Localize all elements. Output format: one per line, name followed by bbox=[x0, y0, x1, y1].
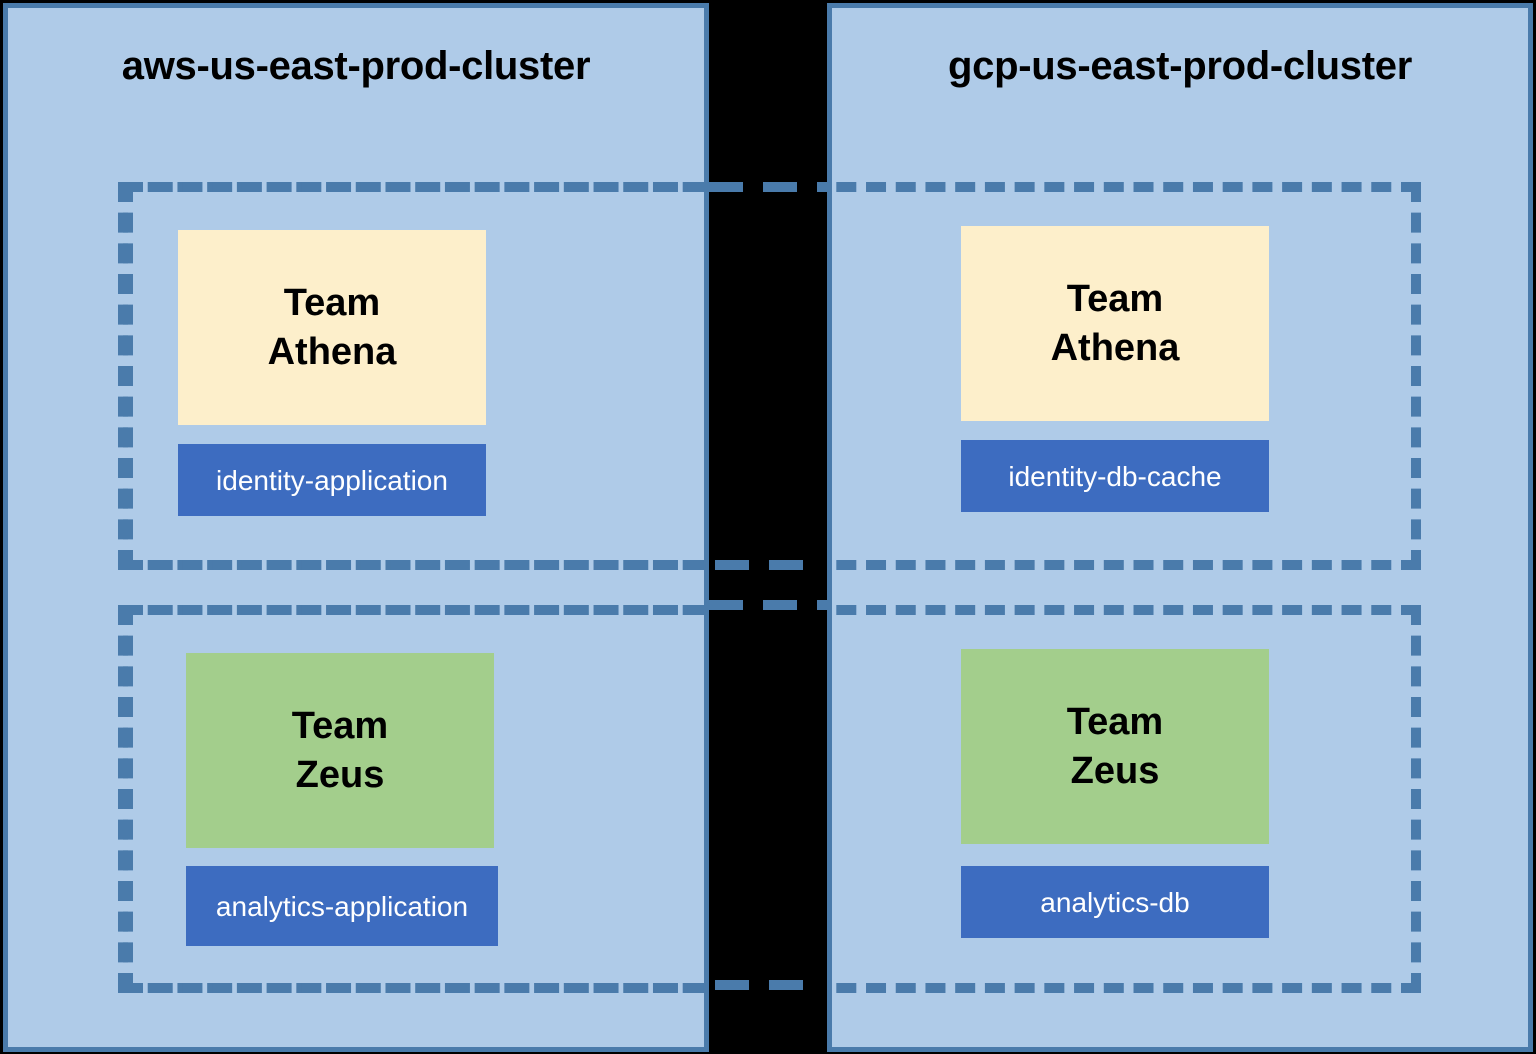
team-box-line1: Team bbox=[1066, 277, 1164, 320]
diagram-canvas: aws-us-east-prod-cluster Team Athena ide… bbox=[0, 0, 1536, 1054]
team-stack-zeus-gcp: Team Zeus analytics-db bbox=[961, 649, 1269, 938]
service-box-identity-db-cache: identity-db-cache bbox=[961, 440, 1269, 512]
team-stack-athena-gcp: Team Athena identity-db-cache bbox=[961, 226, 1269, 512]
team-box-line2: Zeus bbox=[1070, 749, 1160, 792]
cluster-title-aws: aws-us-east-prod-cluster bbox=[121, 44, 591, 88]
cluster-title-gcp: gcp-us-east-prod-cluster bbox=[948, 44, 1412, 88]
team-box-athena-gcp: Team Athena bbox=[961, 226, 1269, 421]
team-box-line2: Athena bbox=[1050, 326, 1180, 369]
service-box-analytics-db: analytics-db bbox=[961, 866, 1269, 938]
cluster-panel-gcp: gcp-us-east-prod-cluster Team Athena ide… bbox=[123, 3, 1533, 1052]
dash-crossing-zeus-top bbox=[709, 600, 827, 610]
team-box-zeus-gcp: Team Zeus bbox=[961, 649, 1269, 844]
team-box-line1: Team bbox=[1066, 700, 1164, 743]
dash-crossing-athena-bottom bbox=[709, 560, 827, 570]
dash-crossing-zeus-bottom bbox=[709, 980, 827, 990]
cluster-divider-band bbox=[709, 0, 827, 1054]
dash-crossing-athena-top bbox=[709, 182, 827, 192]
